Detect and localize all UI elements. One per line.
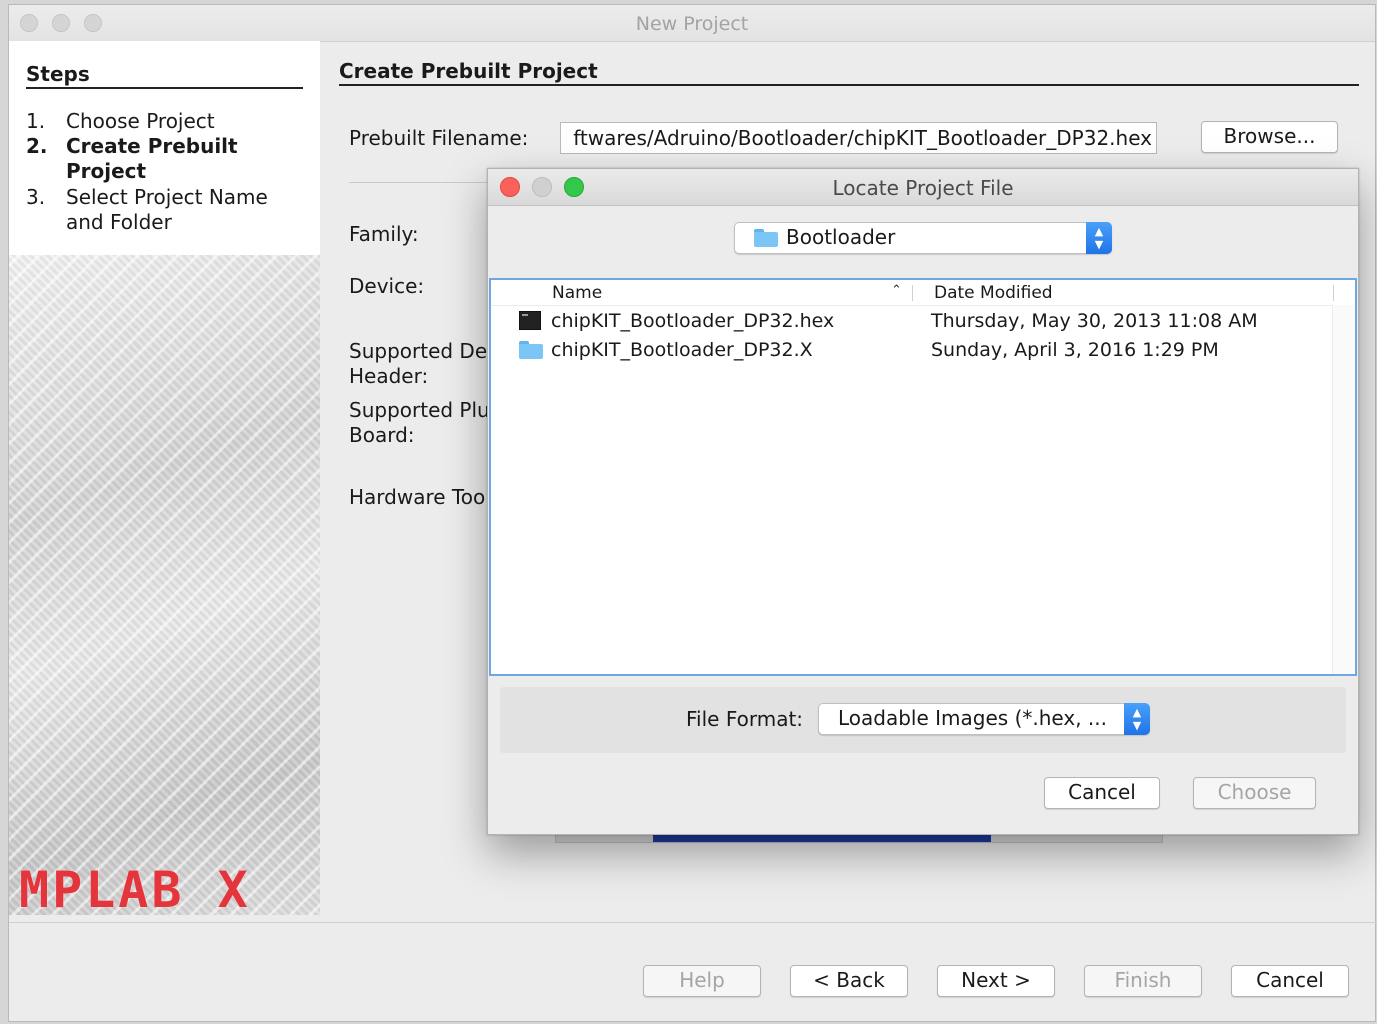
supported-plugin-board-label: Supported Plu Board: xyxy=(349,398,490,447)
dialog-title: Locate Project File xyxy=(832,176,1014,200)
file-format-label: File Format: xyxy=(686,707,804,731)
supported-debug-header-label: Supported Del Header: xyxy=(349,339,493,388)
browse-button[interactable]: Browse... xyxy=(1201,121,1338,153)
back-button[interactable]: < Back xyxy=(790,965,908,997)
file-format-value: Loadable Images (*.hex, ... xyxy=(838,706,1107,730)
location-value: Bootloader xyxy=(786,225,896,249)
choose-button[interactable]: Choose xyxy=(1193,777,1316,809)
file-row[interactable]: chipKIT_Bootloader_DP32.X Sunday, April … xyxy=(491,337,1333,366)
file-date: Sunday, April 3, 2016 1:29 PM xyxy=(931,339,1219,361)
file-format-popup[interactable]: Loadable Images (*.hex, ... ▲ ▼ xyxy=(818,703,1150,735)
file-row[interactable]: chipKIT_Bootloader_DP32.hex Thursday, Ma… xyxy=(491,308,1333,337)
help-button[interactable]: Help xyxy=(643,965,761,997)
file-name: chipKIT_Bootloader_DP32.hex xyxy=(551,310,835,332)
file-list[interactable]: Name ⌃ Date Modified chipKIT_Bootloader_… xyxy=(489,278,1357,676)
dialog-titlebar: Locate Project File xyxy=(488,169,1358,206)
location-popup[interactable]: Bootloader ▲ ▼ xyxy=(734,222,1112,254)
vertical-scrollbar[interactable] xyxy=(1332,305,1355,674)
prebuilt-filename-label: Prebuilt Filename: xyxy=(349,126,529,150)
prebuilt-filename-input[interactable]: ftwares/Adruino/Bootloader/chipKIT_Bootl… xyxy=(560,122,1157,154)
window-title: New Project xyxy=(635,13,749,35)
finish-button[interactable]: Finish xyxy=(1084,965,1202,997)
mplab-x-logo: MPLAB X xyxy=(19,861,251,919)
steps-heading: Steps xyxy=(26,62,303,89)
family-label: Family: xyxy=(349,222,419,246)
locate-project-file-dialog: Locate Project File Bootloader ▲ ▼ Name ⌃… xyxy=(487,168,1359,835)
window-titlebar: New Project xyxy=(9,5,1375,42)
column-header-name[interactable]: Name xyxy=(552,283,602,303)
steps-panel: Steps 1. Choose Project 2. Create Prebui… xyxy=(9,41,320,255)
next-button[interactable]: Next > xyxy=(937,965,1055,997)
file-list-header: Name ⌃ Date Modified xyxy=(491,280,1355,306)
folder-icon xyxy=(519,341,543,359)
device-label: Device: xyxy=(349,274,425,298)
hardware-tool-label: Hardware Too xyxy=(349,485,486,509)
page-title: Create Prebuilt Project xyxy=(339,59,1359,86)
terminal-file-icon xyxy=(519,311,541,330)
folder-icon xyxy=(754,229,778,247)
footer-divider xyxy=(9,922,1377,923)
dialog-cancel-button[interactable]: Cancel xyxy=(1044,777,1160,809)
column-header-date-modified[interactable]: Date Modified xyxy=(934,283,1053,303)
file-name: chipKIT_Bootloader_DP32.X xyxy=(551,339,813,361)
popup-stepper-icon: ▲ ▼ xyxy=(1086,222,1112,254)
cancel-button[interactable]: Cancel xyxy=(1231,965,1349,997)
file-date: Thursday, May 30, 2013 11:08 AM xyxy=(931,310,1258,332)
sort-ascending-icon: ⌃ xyxy=(891,283,902,298)
file-format-bar: File Format: Loadable Images (*.hex, ...… xyxy=(500,687,1346,753)
popup-stepper-icon: ▲ ▼ xyxy=(1124,703,1150,735)
mplab-decorative-art: MPLAB X xyxy=(9,255,320,919)
